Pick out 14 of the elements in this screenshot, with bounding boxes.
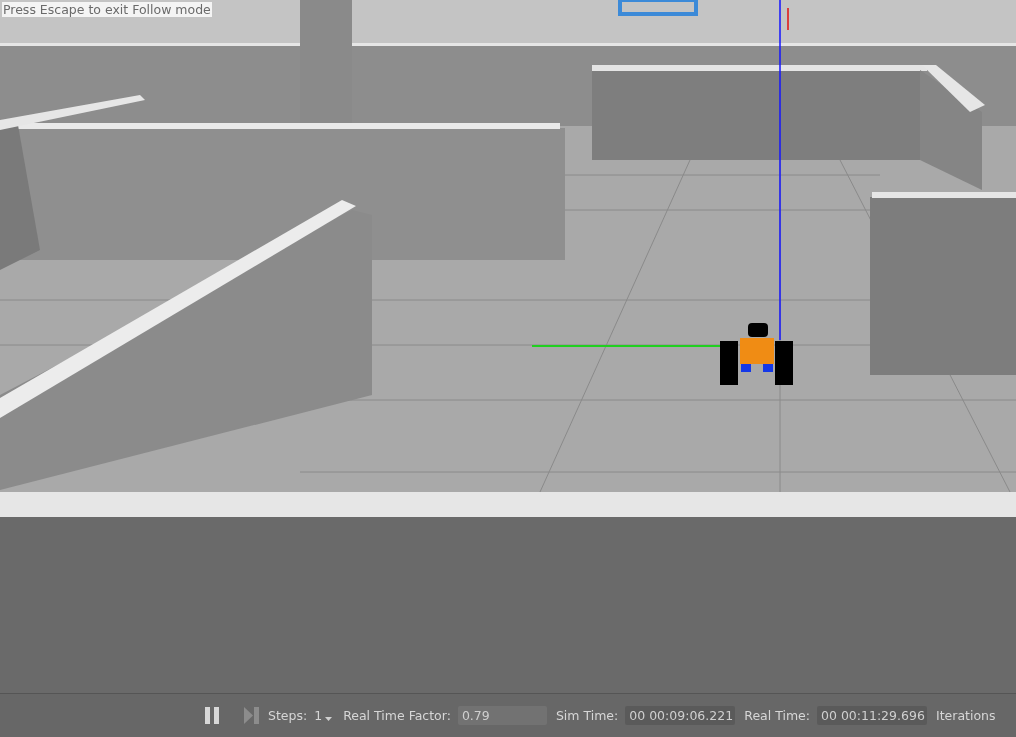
caret-icon (325, 716, 333, 721)
sim-time-field: 00 00:09:06.221 (625, 706, 736, 725)
step-icon (243, 707, 259, 724)
sim-time-label: Sim Time: (555, 708, 619, 723)
real-time-factor-label: Real Time Factor: (343, 708, 451, 723)
real-time-factor-field: 0.79 (457, 706, 547, 725)
real-time-label: Real Time: (744, 708, 810, 723)
pause-button[interactable] (202, 705, 222, 726)
real-time-field: 00 00:11:29.696 (817, 706, 927, 725)
follow-mode-hint: Press Escape to exit Follow mode (2, 2, 212, 17)
steps-label: Steps: (268, 708, 308, 723)
pause-icon (205, 707, 219, 724)
steps-dropdown[interactable]: 1 (314, 708, 337, 723)
iterations-label: Iterations (936, 708, 996, 723)
